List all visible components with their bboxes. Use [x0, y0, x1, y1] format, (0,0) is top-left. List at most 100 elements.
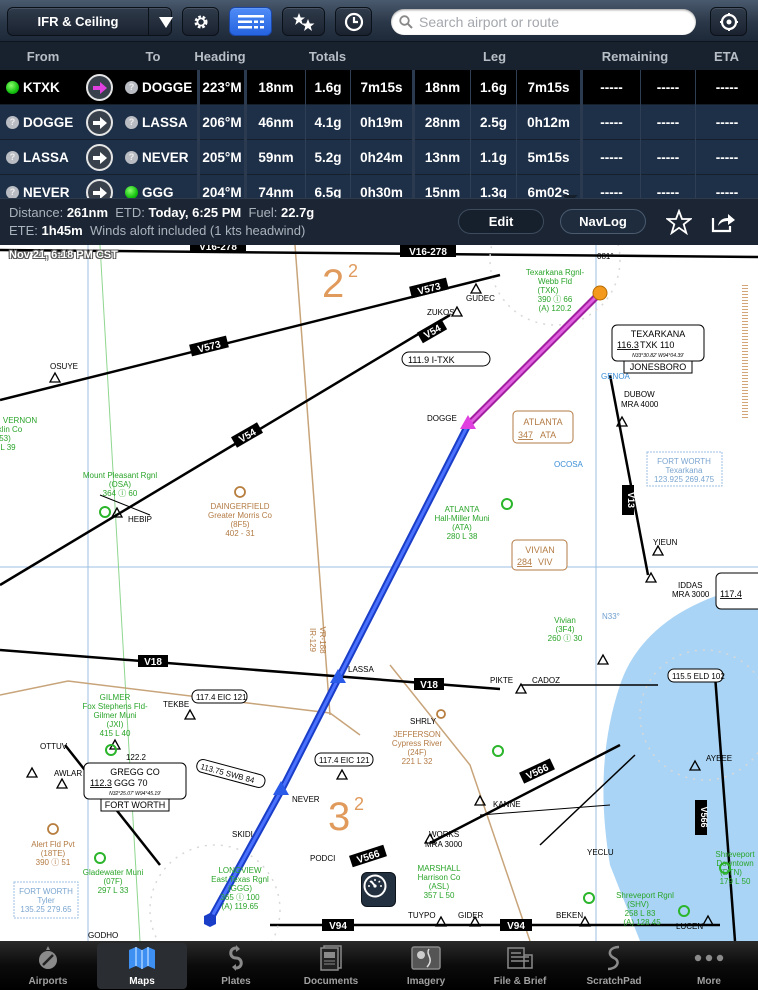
settings-button[interactable] [182, 7, 219, 36]
airway-shield-v573: V573 [189, 335, 229, 357]
speedometer-icon [363, 874, 387, 898]
vor-box-eic-2[interactable]: 117.4 EIC 121 [191, 689, 248, 704]
to-ident: LASSA [142, 115, 188, 130]
vor-box-eic[interactable]: 115.5 ELD 102 [667, 668, 725, 683]
vor-box-texarkana[interactable]: 122.45 TEXARKANA 116.3 TXK 110 N33°30.82… [611, 324, 705, 374]
remaining-distance-cell: ----- [580, 140, 640, 175]
total-distance-cell: 46nm [244, 105, 305, 140]
label-longview: LONGVIEW [218, 866, 262, 875]
airway-shield-v94-east: V94 [500, 919, 532, 932]
total-distance-cell: 59nm [244, 140, 305, 175]
svg-text:112.3: 112.3 [90, 778, 112, 788]
label-vivian-apt-2: (3F4) [555, 625, 574, 634]
header-remaining: Remaining [601, 49, 669, 64]
direct-to-button[interactable] [86, 74, 113, 101]
tab-more[interactable]: More [664, 943, 754, 989]
direct-to-button[interactable] [86, 109, 113, 136]
vor-box-swb[interactable]: 113.75 SWB 84 [195, 758, 266, 789]
distance-value: 261nm [66, 205, 109, 220]
waypoint-status-unknown-icon: ? [6, 186, 19, 198]
from-waypoint[interactable]: ? LASSA [6, 140, 69, 175]
search-input[interactable] [419, 14, 689, 30]
leg-fuel-cell: 1.3g [470, 175, 516, 198]
label-shreveport: Shreveport Rgnl [616, 891, 674, 900]
total-time-cell: 0h19m [350, 105, 412, 140]
navlog-button[interactable]: NavLog [560, 209, 646, 234]
navlog-row[interactable]: ? NEVER GGG 204°M 74nm 6.5g 0h30m 15nm 1.3g 6m02s… [0, 175, 758, 198]
track-up-locate-button[interactable] [710, 7, 747, 36]
navlog-header: From To Heading Totals Leg Remaining ETA [0, 42, 758, 70]
from-waypoint[interactable]: ? DOGGE [6, 105, 73, 140]
map-layer-selector[interactable]: IFR & Ceiling [7, 7, 173, 36]
direct-to-button[interactable] [86, 179, 113, 198]
to-waypoint[interactable]: ? DOGGE [125, 70, 192, 105]
remaining-time-cell: ----- [640, 140, 695, 175]
label-mt-vernon: VERNON [3, 416, 37, 425]
leg-fuel-cell: 1.1g [470, 140, 516, 175]
tab-maps[interactable]: Maps [97, 943, 187, 989]
svg-text:VIV: VIV [538, 557, 553, 567]
label-zukos: ZUKOS [427, 308, 455, 317]
ndb-box-vivian[interactable]: VIVIAN 284 VIV [511, 539, 568, 571]
total-distance-cell: 74nm [244, 175, 305, 198]
navlog-row[interactable]: ? LASSA? NEVER 205°M 59nm 5.2g 0h24m 13nm 1.1g 5m… [0, 140, 758, 175]
label-vivian-apt-3: 260 ⓛ 30 [548, 634, 583, 643]
label-atlanta-apt-2: Hall-Miller Muni [434, 514, 489, 523]
tab-documents[interactable]: Documents [286, 943, 376, 989]
total-fuel-cell: 4.1g [305, 105, 350, 140]
direct-to-button[interactable] [86, 144, 113, 171]
heading-cell: 204°M [197, 175, 244, 198]
vor-box-gregg[interactable]: 122.2 GREGG CO 112.3 GGG 70 N32°25.07' W… [83, 753, 187, 812]
to-waypoint[interactable]: GGG [125, 175, 174, 198]
svg-text:135.25 279.65: 135.25 279.65 [20, 905, 72, 914]
label-ocosa: OCOSA [554, 460, 584, 469]
timer-button[interactable] [335, 7, 372, 36]
sector-label-3: 3 [328, 795, 350, 839]
eta-cell: ----- [695, 70, 758, 105]
edit-route-button[interactable]: Edit [458, 209, 544, 234]
label-alert-fld: Alert Fld Pvt [31, 840, 75, 849]
navlog-row[interactable]: KTXK? DOGGE 223°M 18nm 1.6g 7m15s 18nm 1.6g 7m15… [0, 70, 758, 105]
label-ir129: IR-129 [308, 628, 317, 653]
navlog-rows[interactable]: KTXK? DOGGE 223°M 18nm 1.6g 7m15s 18nm 1.6g 7m15… [0, 70, 758, 198]
navlog-row[interactable]: ? DOGGE? LASSA 206°M 46nm 4.1g 0h19m 28nm 2.5g 0h… [0, 105, 758, 140]
chart-canvas: 2 2 3 2 V573 V573 V54 V54 V18 V18 V16-27… [0, 245, 758, 941]
to-waypoint[interactable]: ? NEVER [125, 140, 189, 175]
ndb-box-atlanta[interactable]: ATLANTA 347 ATA [512, 410, 574, 444]
tab-imagery[interactable]: Imagery [381, 943, 471, 989]
save-favorite-button[interactable] [665, 208, 693, 236]
svg-text:347: 347 [518, 430, 533, 440]
vor-box-eic-3[interactable]: 117.4 EIC 121 [314, 752, 374, 767]
favorites-button[interactable] [282, 7, 325, 36]
vor-box-beaumont[interactable]: 117.4 [715, 572, 758, 610]
svg-text:ATA: ATA [540, 430, 556, 440]
tab-airports[interactable]: Airports [3, 943, 93, 989]
tab-plates[interactable]: Plates [191, 943, 281, 989]
to-waypoint[interactable]: ? LASSA [125, 105, 188, 140]
from-waypoint[interactable]: ? NEVER [6, 175, 70, 198]
search-field[interactable] [391, 9, 696, 35]
boundary-line [99, 245, 141, 941]
svg-text:V573: V573 [197, 339, 223, 355]
airway-shield-v18: V18 [138, 655, 168, 668]
share-route-button[interactable] [709, 208, 737, 236]
label-daingerfield-4: 402 - 31 [225, 529, 255, 538]
label-gladewater-3: 297 L 33 [98, 886, 129, 895]
remaining-time-cell: ----- [640, 175, 695, 198]
aeronautical-chart-map[interactable]: 2 2 3 2 V573 V573 V54 V54 V18 V18 V16-27… [0, 245, 758, 941]
instrument-panel-button[interactable] [361, 872, 396, 907]
from-waypoint[interactable]: KTXK [6, 70, 60, 105]
svg-text:N32°25.07' W94°45.19': N32°25.07' W94°45.19' [109, 791, 162, 797]
departure-waypoint-ktxk[interactable] [592, 285, 608, 301]
localizer-box-itxk[interactable]: 111.9 I-TXK [401, 351, 491, 367]
eta-cell: ----- [695, 140, 758, 175]
imagery-icon [381, 943, 471, 973]
svg-text:FORT WORTH: FORT WORTH [19, 887, 73, 896]
documents-icon [286, 943, 376, 973]
label-texarkana-apt-4: 390 ⓛ 66 [538, 295, 573, 304]
waypoint-status-ok-icon [125, 186, 138, 198]
tab-scratchpad[interactable]: ScratchPad [569, 943, 659, 989]
tab-file-brief[interactable]: File & Brief [475, 943, 565, 989]
remaining-distance-cell: ----- [580, 70, 640, 105]
navlog-toggle-button[interactable] [229, 7, 272, 36]
